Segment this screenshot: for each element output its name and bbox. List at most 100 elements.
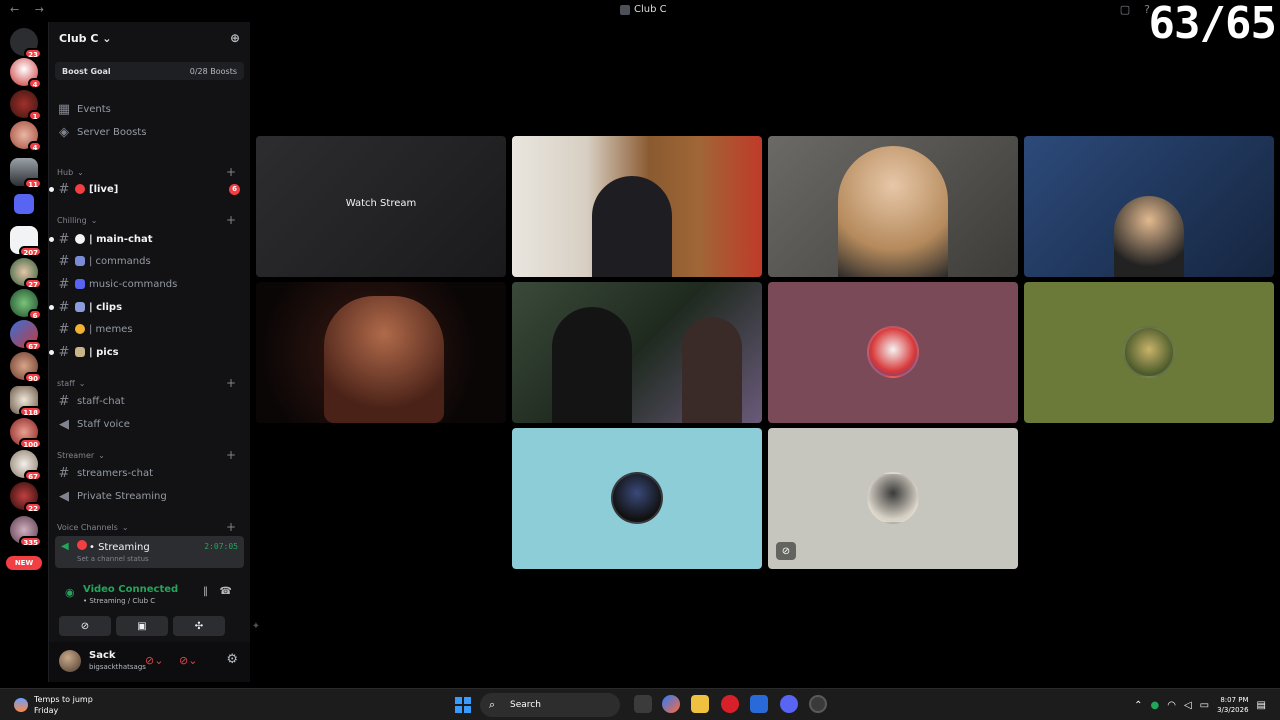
category-streamer[interactable]: Streamer ⌄ + [57,448,242,462]
new-badge: NEW [6,556,42,570]
folder-icon[interactable] [14,194,34,214]
server-icon[interactable]: 67 [10,450,42,481]
volume-icon[interactable]: ◁ [1184,700,1192,711]
add-channel-icon[interactable]: + [226,213,236,227]
unread-dot [49,186,54,192]
direct-messages-icon[interactable]: 23 [10,28,42,59]
window-controls[interactable]: ▢ ? [1120,3,1150,16]
channel-staff-chat[interactable]: # staff-chat [55,391,244,411]
signal-icon[interactable]: ◉ [65,586,75,599]
server-icon[interactable]: 90 [10,352,42,383]
watch-stream-label[interactable]: Watch Stream [256,198,506,209]
video-tile[interactable] [512,428,762,569]
clock[interactable]: 8:07 PM 3/3/2026 [1217,695,1248,715]
server-icon[interactable]: 100 [10,418,42,449]
server-icon[interactable]: 335 [10,516,42,547]
video-tile[interactable]: ⊘ [768,428,1018,569]
start-button[interactable] [455,697,471,713]
weather-widget[interactable]: Temps to jump Friday [14,694,93,716]
video-tile[interactable] [512,282,762,423]
gear-icon[interactable]: ⚙ [226,652,238,667]
events-item[interactable]: ▦ Events [55,99,244,119]
channel-memes[interactable]: # | memes [55,319,244,339]
disconnect-icon[interactable]: ☎ [220,586,232,597]
hash-icon: # [58,321,70,337]
server-boosts-item[interactable]: ◈ Server Boosts [55,122,244,142]
video-tile[interactable] [768,282,1018,423]
noise-suppression-icon[interactable]: ‖ [203,586,208,597]
server-icon[interactable]: 6 [10,289,42,320]
notification-icon[interactable]: ▤ [1257,700,1266,711]
store-icon[interactable] [750,695,768,713]
add-channel-icon[interactable]: + [226,376,236,390]
channel-clips[interactable]: # | clips [49,297,244,317]
activities-button[interactable]: ✣ [173,616,225,636]
server-badge: 90 [24,372,42,383]
channel-streaming-active[interactable]: ◀ • Streaming 2:07:05 Set a channel stat… [55,536,244,568]
server-badge: 11 [24,178,42,189]
server-icon[interactable]: 207 [10,226,42,257]
channel-pics[interactable]: # | pics [49,342,244,362]
server-icon[interactable]: 4 [10,121,42,152]
channel-private-streaming[interactable]: ◀ Private Streaming [55,486,244,506]
voice-location[interactable]: • Streaming / Club C [83,597,155,605]
add-channel-icon[interactable]: + [226,165,236,179]
category-voice-channels[interactable]: Voice Channels ⌄ + [57,520,242,534]
channel-main-chat[interactable]: # | main-chat [49,229,244,249]
server-badge: 4 [28,141,42,152]
screen-share-button[interactable]: ▣ [116,616,168,636]
channel-commands[interactable]: # | commands [55,251,244,271]
server-icon[interactable]: 11 [10,158,42,189]
avatar [867,326,919,378]
server-icon[interactable]: 1 [10,90,42,121]
server-icon[interactable]: 4 [10,58,42,89]
category-hub[interactable]: Hub ⌄ + [57,165,242,179]
add-channel-icon[interactable]: + [226,448,236,462]
category-chilling[interactable]: Chilling ⌄ + [57,213,242,227]
discord-icon[interactable] [780,695,798,713]
server-icon[interactable]: 67 [10,320,42,351]
server-icon[interactable]: 27 [10,258,42,289]
server-icon[interactable]: 118 [10,386,42,417]
camera-off-button[interactable]: ⊘ [59,616,111,636]
title-bar: ← → Club C ▢ ? [0,0,1280,22]
opera-icon[interactable] [721,695,739,713]
video-tile[interactable] [1024,136,1274,277]
channel-staff-voice[interactable]: ◀ Staff voice [55,414,244,434]
boost-goal-label: Boost Goal [62,66,111,76]
chevron-up-icon[interactable]: ⌃ [1134,700,1142,711]
category-staff[interactable]: staff ⌄ + [57,376,242,390]
copilot-icon[interactable] [662,695,680,713]
channel-music-commands[interactable]: # music-commands [55,274,244,294]
server-badge: 6 [28,309,42,320]
avatar[interactable] [59,650,81,672]
video-tile[interactable] [256,282,506,423]
video-tile[interactable] [1024,282,1274,423]
search-box[interactable]: ⌕ Search [480,693,620,717]
soundboard-button[interactable]: ✦ [230,616,282,636]
channel-status[interactable]: Set a channel status [77,555,149,563]
battery-icon[interactable]: ▭ [1200,700,1209,711]
channel-streamers-chat[interactable]: # streamers-chat [55,463,244,483]
avatar [1123,326,1175,378]
chrome-icon[interactable] [809,695,827,713]
inbox-icon[interactable]: ▢ [1120,3,1130,16]
video-tile[interactable] [512,136,762,277]
server-icon[interactable]: 22 [10,482,42,513]
file-explorer-icon[interactable] [691,695,709,713]
mic-muted-icon[interactable]: ⊘⌄ [145,654,163,667]
nav-arrows[interactable]: ← → [10,3,50,16]
participant-video [682,317,742,423]
channel-live[interactable]: # [live] 6 [49,179,244,199]
server-header[interactable]: Club C ⌄ ⊕ [49,22,250,54]
add-channel-icon[interactable]: + [226,520,236,534]
camera-off-icon: ⊘ [776,542,796,560]
stream-preview-tile[interactable]: Watch Stream [256,136,506,277]
wifi-icon[interactable]: ◠ [1167,700,1176,711]
mic-icon[interactable]: ● [1150,700,1159,711]
boost-goal-bar[interactable]: Boost Goal 0/28 Boosts [55,62,244,80]
task-view-icon[interactable] [634,695,652,713]
invite-icon[interactable]: ⊕ [230,31,240,45]
video-tile[interactable] [768,136,1018,277]
headphones-deafened-icon[interactable]: ⊘⌄ [179,654,197,667]
